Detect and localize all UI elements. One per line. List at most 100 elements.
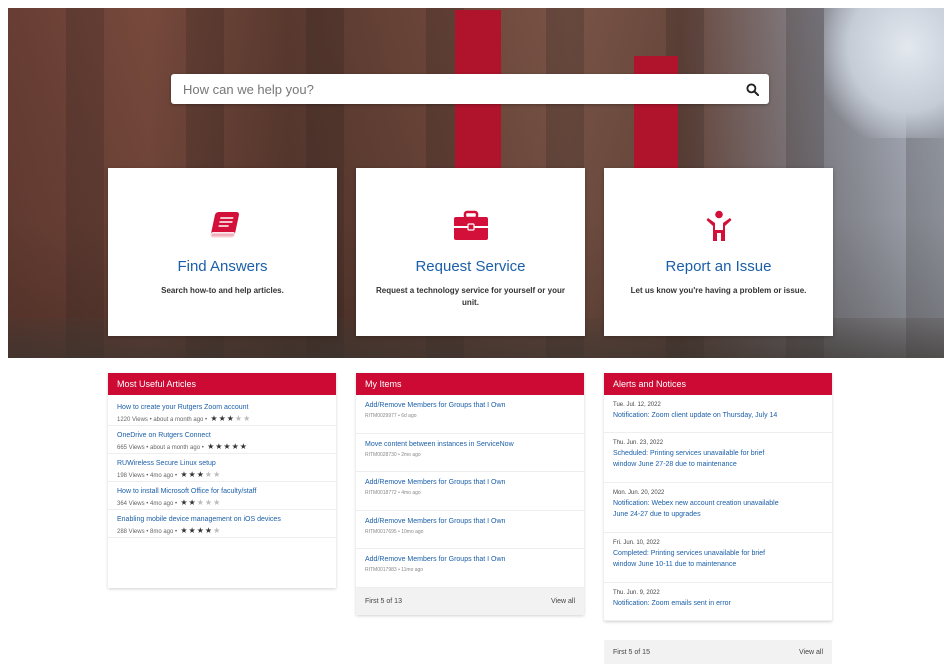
item-link[interactable]: Add/Remove Members for Groups that I Own xyxy=(365,555,575,565)
view-all-link[interactable]: View all xyxy=(799,649,823,656)
panel-header: Alerts and Notices xyxy=(604,373,832,395)
article-item: How to install Microsoft Office for facu… xyxy=(108,482,336,510)
article-item: RUWireless Secure Linux setup 198 Views •… xyxy=(108,454,336,482)
article-meta: 288 Views • 8mo ago • ★★★★★ xyxy=(117,525,327,538)
star-rating: ★★★★★ xyxy=(204,442,248,451)
alert-date: Thu. Jun. 23, 2022 xyxy=(613,440,664,446)
my-items-panel: My Items Add/Remove Members for Groups t… xyxy=(356,373,584,615)
item-meta: RITM0017695 • 10mo ago xyxy=(365,528,424,535)
alert-item: Thu. Jun. 9, 2022 Notification: Zoom emai… xyxy=(604,583,832,621)
article-item: Enabling mobile device management on iOS… xyxy=(108,510,336,538)
sky-trees xyxy=(824,8,944,138)
star-rating: ★★★★★ xyxy=(177,470,221,479)
star-filled-icon: ★ xyxy=(188,526,197,535)
star-empty-icon: ★ xyxy=(243,414,252,423)
alert-link[interactable]: June 24-27 due to upgrades xyxy=(613,509,823,520)
star-filled-icon: ★ xyxy=(231,442,240,451)
star-filled-icon: ★ xyxy=(204,526,214,535)
article-link[interactable]: How to install Microsoft Office for facu… xyxy=(117,487,327,497)
item-link[interactable]: Add/Remove Members for Groups that I Own xyxy=(365,517,575,527)
panel-header: Most Useful Articles xyxy=(108,373,336,395)
tile-description: Let us know you're having a problem or i… xyxy=(630,286,807,295)
star-empty-icon: ★ xyxy=(196,498,205,507)
alert-date: Thu. Jun. 9, 2022 xyxy=(613,590,660,596)
star-rating: ★★★★★ xyxy=(177,526,221,535)
article-item: OneDrive on Rutgers Connect 665 Views • a… xyxy=(108,426,336,454)
star-filled-icon: ★ xyxy=(210,414,219,423)
articles-list: How to create your Rutgers Zoom account 1… xyxy=(108,395,336,538)
tile-title: Report an Issue xyxy=(665,258,772,275)
alert-item: Mon. Jun. 20, 2022 Notification: Webex ne… xyxy=(604,483,832,533)
tile-title: Request Service xyxy=(415,258,526,275)
my-item: Add/Remove Members for Groups that I Own… xyxy=(356,472,584,511)
book-icon xyxy=(209,212,239,238)
star-rating: ★★★★★ xyxy=(177,498,221,507)
star-rating: ★★★★★ xyxy=(207,414,251,423)
tile-title: Find Answers xyxy=(177,258,268,275)
article-link[interactable]: RUWireless Secure Linux setup xyxy=(117,459,327,469)
alert-item: Thu. Jun. 23, 2022 Scheduled: Printing se… xyxy=(604,433,832,483)
alert-date: Tue. Jul. 12, 2022 xyxy=(613,402,661,408)
search-input[interactable] xyxy=(171,74,735,104)
request-service-tile[interactable]: Request Service Request a technology ser… xyxy=(356,168,585,336)
item-meta: RITM0017983 • 11mo ago xyxy=(365,567,424,574)
alert-date: Mon. Jun. 20, 2022 xyxy=(613,490,665,496)
my-item: Move content between instances in Servic… xyxy=(356,434,584,473)
star-filled-icon: ★ xyxy=(218,414,227,423)
alert-link[interactable]: Scheduled: Printing services unavailable… xyxy=(613,448,823,459)
star-filled-icon: ★ xyxy=(180,526,189,535)
star-empty-icon: ★ xyxy=(234,414,244,423)
star-filled-icon: ★ xyxy=(223,442,232,451)
alert-item: Fri. Jun. 10, 2022 Completed: Printing se… xyxy=(604,533,832,583)
star-empty-icon: ★ xyxy=(204,470,214,479)
article-meta: 1220 Views • about a month ago • ★★★★★ xyxy=(117,413,327,426)
alerts-list: Tue. Jul. 12, 2022 Notification: Zoom cli… xyxy=(604,395,832,621)
article-views-age: 288 Views • 8mo ago • xyxy=(117,529,178,535)
article-link[interactable]: How to create your Rutgers Zoom account xyxy=(117,403,327,413)
item-link[interactable]: Add/Remove Members for Groups that I Own xyxy=(365,401,575,411)
alert-item: Tue. Jul. 12, 2022 Notification: Zoom cli… xyxy=(604,395,832,433)
article-item: How to create your Rutgers Zoom account 1… xyxy=(108,398,336,426)
report-issue-tile[interactable]: Report an Issue Let us know you're havin… xyxy=(604,168,833,336)
my-items-list: Add/Remove Members for Groups that I Own… xyxy=(356,395,584,588)
article-link[interactable]: Enabling mobile device management on iOS… xyxy=(117,515,327,525)
star-filled-icon: ★ xyxy=(226,414,235,423)
alerts-footer: First 5 of 15 View all xyxy=(604,640,832,664)
article-link[interactable]: OneDrive on Rutgers Connect xyxy=(117,431,327,441)
item-meta: RITM0029977 • 6d ago xyxy=(365,413,417,419)
item-link[interactable]: Add/Remove Members for Groups that I Own xyxy=(365,478,575,488)
alert-link[interactable]: Notification: Zoom emails sent in error xyxy=(613,598,823,609)
most-useful-articles-panel: Most Useful Articles How to create your … xyxy=(108,373,336,588)
campus-banner-right xyxy=(634,56,678,168)
article-views-age: 364 Views • 4mo ago • xyxy=(117,501,178,507)
person-raising-hand-icon xyxy=(706,210,731,241)
star-empty-icon: ★ xyxy=(204,498,214,507)
article-meta: 198 Views • 4mo ago • ★★★★★ xyxy=(117,469,327,482)
alert-link[interactable]: Notification: Webex new account creation… xyxy=(613,498,823,509)
article-meta: 364 Views • 4mo ago • ★★★★★ xyxy=(117,497,327,510)
star-filled-icon: ★ xyxy=(196,526,205,535)
star-filled-icon: ★ xyxy=(239,442,248,451)
star-empty-icon: ★ xyxy=(213,470,222,479)
item-link[interactable]: Move content between instances in Servic… xyxy=(365,440,575,450)
my-item: Add/Remove Members for Groups that I Own… xyxy=(356,395,584,434)
article-views-age: 665 Views • about a month ago • xyxy=(117,445,204,451)
tile-description: Request a technology service for yoursel… xyxy=(376,286,565,307)
star-filled-icon: ★ xyxy=(196,470,205,479)
search-button[interactable] xyxy=(735,74,769,104)
alert-link[interactable]: window June 10-11 due to maintenance xyxy=(613,559,823,570)
alert-link[interactable]: window June 27-28 due to maintenance xyxy=(613,459,823,470)
alert-link[interactable]: Completed: Printing services unavailable… xyxy=(613,548,823,559)
article-meta: 665 Views • about a month ago • ★★★★★ xyxy=(117,441,327,454)
my-items-footer: First 5 of 13 View all xyxy=(356,587,584,615)
tile-description: Search how-to and help articles. xyxy=(161,286,284,295)
alerts-notices-panel: Alerts and Notices Tue. Jul. 12, 2022 Not… xyxy=(604,373,832,621)
find-answers-tile[interactable]: Find Answers Search how-to and help arti… xyxy=(108,168,337,336)
alert-link[interactable]: Notification: Zoom client update on Thur… xyxy=(613,410,823,421)
view-all-link[interactable]: View all xyxy=(551,588,575,615)
star-filled-icon: ★ xyxy=(188,498,197,507)
pagination-count: First 5 of 13 xyxy=(365,597,402,605)
pagination-count: First 5 of 15 xyxy=(613,648,650,656)
search-icon xyxy=(745,82,759,96)
search-bar xyxy=(171,74,769,104)
